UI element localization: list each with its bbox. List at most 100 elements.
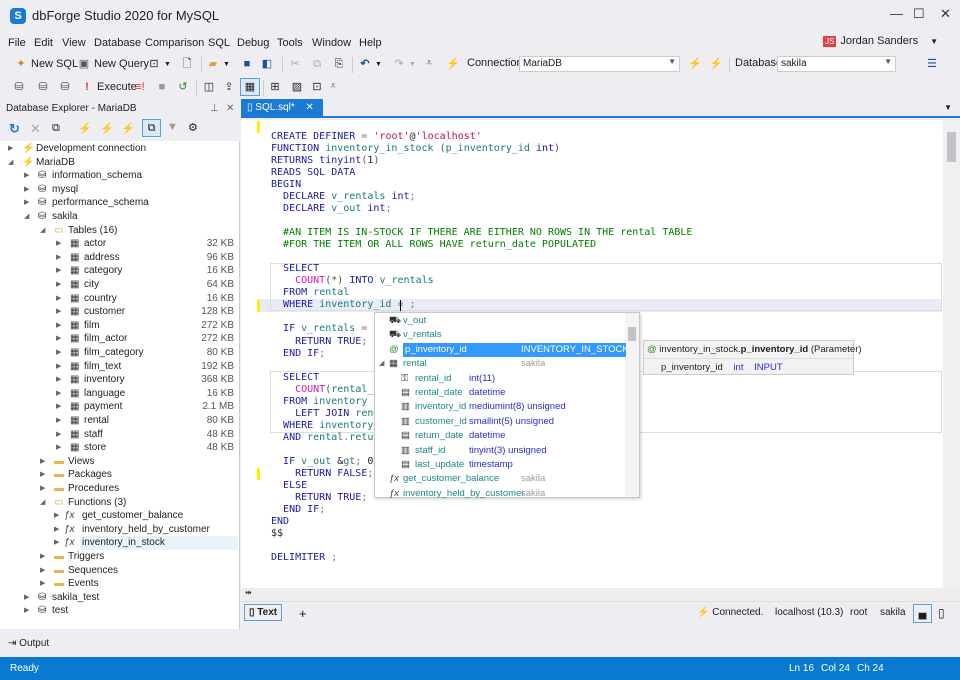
tree-node[interactable]: ▶ ▬ Views: [0, 455, 238, 469]
autocomplete-item[interactable]: ▥ inventory_id mediumint(8) unsigned: [375, 400, 625, 414]
tree-node[interactable]: ▶ ▦ rental 80 KB: [0, 414, 238, 428]
tree-node[interactable]: ▶ ▦ actor 32 KB: [0, 237, 238, 251]
duplicate-icon[interactable]: ⧉: [52, 122, 60, 135]
expand-arrow-icon[interactable]: ▶: [24, 169, 29, 183]
db-refresh-button[interactable]: ⛁: [36, 80, 50, 94]
scrollbar-thumb[interactable]: [628, 327, 636, 341]
expand-arrow-icon[interactable]: ▶: [40, 564, 45, 578]
expand-arrow-icon[interactable]: ▶: [56, 428, 61, 442]
execute-current-button[interactable]: ≡!: [133, 80, 147, 94]
execute-button[interactable]: ! Execute: [80, 80, 137, 94]
menu-database[interactable]: Database: [94, 37, 141, 49]
paste-button[interactable]: ⎘: [332, 57, 346, 71]
undo-button[interactable]: ↶ ▼: [358, 57, 382, 71]
plug-add-icon[interactable]: ⚡: [78, 122, 92, 135]
tree-node[interactable]: ▶ ▦ film 272 KB: [0, 319, 238, 333]
maximize-editor-icon[interactable]: ▯: [938, 606, 945, 620]
expand-arrow-icon[interactable]: ▶: [24, 591, 29, 605]
tree-node[interactable]: ▶ ▦ payment 2.1 MB: [0, 400, 238, 414]
cut-button[interactable]: ✂: [288, 57, 302, 71]
query-options-button[interactable]: ☰: [925, 57, 939, 71]
tree-node[interactable]: ▶ ⛁ sakila_test: [0, 591, 238, 605]
tree-node[interactable]: ▶ ▦ film_category 80 KB: [0, 346, 238, 360]
filter-objects-icon[interactable]: ⧉: [142, 119, 161, 137]
autocomplete-item[interactable]: ▤ last_update timestamp: [375, 458, 625, 472]
expand-arrow-icon[interactable]: ▶: [40, 577, 45, 591]
export-button[interactable]: ⇪: [222, 80, 236, 94]
expand-arrow-icon[interactable]: ▶: [54, 523, 59, 537]
new-sql-button[interactable]: ✦ New SQL: [14, 57, 78, 71]
save-all-button[interactable]: ◧: [260, 57, 274, 71]
tree-node[interactable]: ▶ ▬ Procedures: [0, 482, 238, 496]
toolbar2-overflow-button[interactable]: ⩡: [330, 80, 336, 93]
expand-arrow-icon[interactable]: ▶: [54, 509, 59, 523]
expand-arrow-icon[interactable]: ▶: [56, 332, 61, 346]
tree-node[interactable]: ▶ ▬ Packages: [0, 468, 238, 482]
tree-node[interactable]: ▶ ▬ Events: [0, 577, 238, 591]
tree-node[interactable]: ▶ ▦ store 48 KB: [0, 441, 238, 455]
collapse-arrow-icon[interactable]: ◢: [40, 496, 45, 510]
tree-node[interactable]: ◢ ⚡ MariaDB: [0, 156, 238, 170]
expand-arrow-icon[interactable]: ▶: [56, 387, 61, 401]
connect-button[interactable]: ⚡: [688, 57, 702, 71]
tree-node[interactable]: ▶ ƒx inventory_in_stock: [0, 536, 238, 551]
tree-node[interactable]: ◢ ▭ Tables (16): [0, 224, 238, 238]
disconnect-button[interactable]: ⚡: [709, 57, 723, 71]
db-check-button[interactable]: ⛁: [58, 80, 72, 94]
tree-node[interactable]: ▶ ▦ city 64 KB: [0, 278, 238, 292]
menu-view[interactable]: View: [62, 37, 86, 49]
tree-node[interactable]: ▶ ƒx get_customer_balance: [0, 509, 238, 523]
db-backup-button[interactable]: ⛁: [12, 80, 26, 94]
expand-arrow-icon[interactable]: ▶: [56, 278, 61, 292]
expand-arrow-icon[interactable]: ▶: [24, 196, 29, 210]
tree-node[interactable]: ▶ ⛁ mysql: [0, 183, 238, 197]
tree-node[interactable]: ▶ ⛁ performance_schema: [0, 196, 238, 210]
tree-node[interactable]: ▶ ▦ customer 128 KB: [0, 305, 238, 319]
text-view-tab[interactable]: ▯ Text: [244, 604, 283, 621]
autocomplete-item[interactable]: ⛟ v_rentals: [375, 328, 625, 342]
expand-arrow-icon[interactable]: ▶: [56, 292, 61, 306]
toggle-results-icon[interactable]: ▄: [913, 604, 932, 623]
autocomplete-item[interactable]: ƒx get_customer_balance sakila: [375, 472, 625, 486]
minimize-button[interactable]: —: [890, 6, 903, 21]
expand-arrow-icon[interactable]: ▶: [56, 414, 61, 428]
tree-node[interactable]: ▶ ▦ film_text 192 KB: [0, 360, 238, 374]
editor-horizontal-scrollbar[interactable]: ⇹: [241, 588, 960, 600]
new-query-button[interactable]: ▣ New Query: [77, 57, 149, 71]
expand-arrow-icon[interactable]: ▶: [54, 536, 59, 550]
autocomplete-item[interactable]: ◢ ▦ rental sakila: [375, 357, 625, 371]
expand-arrow-icon[interactable]: ▶: [24, 604, 29, 618]
collapse-arrow-icon[interactable]: ◢: [8, 156, 13, 170]
output-panel-tab[interactable]: ⇥ Output: [0, 632, 240, 654]
autocomplete-item[interactable]: ▤ rental_date datetime: [375, 386, 625, 400]
tree-node[interactable]: ▶ ⛁ information_schema: [0, 169, 238, 183]
tab-sql-file[interactable]: ▯ SQL.sql* ✕: [241, 99, 323, 118]
collapse-arrow-icon[interactable]: ◢: [379, 357, 384, 371]
expand-arrow-icon[interactable]: ▶: [40, 455, 45, 469]
tab-list-dropdown-icon[interactable]: ▼: [944, 103, 952, 112]
expand-arrow-icon[interactable]: ▶: [56, 305, 61, 319]
expand-arrow-icon[interactable]: ▶: [56, 237, 61, 251]
expand-arrow-icon[interactable]: ▶: [40, 468, 45, 482]
collapse-arrow-icon[interactable]: ◢: [40, 224, 45, 238]
redo-button[interactable]: ↷ ▼: [392, 57, 416, 71]
collapse-arrow-icon[interactable]: ◢: [24, 210, 29, 224]
new-file-button[interactable]: 🗋: [180, 57, 194, 71]
autocomplete-item[interactable]: ⚿ rental_id int(11): [375, 372, 625, 386]
refresh-icon[interactable]: ↻: [9, 121, 20, 137]
tree-node[interactable]: ▶ ▦ staff 48 KB: [0, 428, 238, 442]
tree-node[interactable]: ▶ ▦ country 16 KB: [0, 292, 238, 306]
schema-settings-icon[interactable]: ⚙: [188, 121, 198, 134]
tree-node[interactable]: ▶ ▬ Sequences: [0, 564, 238, 578]
delete-icon[interactable]: ✕: [30, 121, 41, 137]
tree-node[interactable]: ▶ ▦ film_actor 272 KB: [0, 332, 238, 346]
database-select[interactable]: sakila ▼: [777, 56, 896, 72]
tree-node[interactable]: ▶ ƒx inventory_held_by_customer: [0, 523, 238, 537]
autocomplete-item[interactable]: @ p_inventory_id INVENTORY_IN_STOCK: [389, 342, 629, 357]
expand-arrow-icon[interactable]: ▶: [56, 373, 61, 387]
save-button[interactable]: ■: [240, 57, 254, 71]
new-report-button[interactable]: ⊡: [310, 80, 324, 94]
menu-help[interactable]: Help: [359, 37, 382, 49]
menu-sql[interactable]: SQL: [208, 37, 230, 49]
menu-window[interactable]: Window: [312, 37, 351, 49]
